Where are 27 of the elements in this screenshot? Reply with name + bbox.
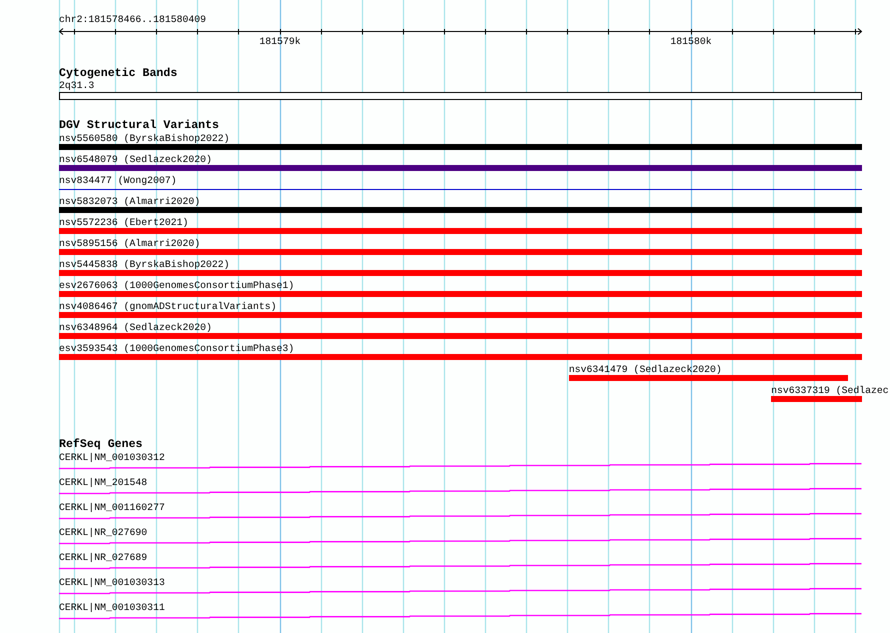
variant-label: nsv834477 (Wong2007) [59,175,177,186]
variant-label: nsv6337319 (Sedlazec [771,385,889,396]
tick-label: 181579k [259,36,301,47]
gene-label: CERKL|NM_001030312 [59,452,165,464]
variant-label: nsv5832073 (Almarri2020) [59,196,200,207]
variant-label: nsv6348964 (Sedlazeck2020) [59,322,212,333]
track-title: RefSeq Genes [59,439,142,451]
gene-label: CERKL|NM_001160277 [59,502,165,514]
location-label: chr2:181578466..181580409 [59,14,206,26]
track-title: DGV Structural Variants [59,120,220,132]
gene-label: CERKL|NM_201548 [59,477,148,489]
variant-label: nsv5895156 (Almarri2020) [59,238,200,249]
variant-label: nsv5572236 (Ebert2021) [59,217,188,228]
gene-label: CERKL|NM_001030311 [59,602,165,614]
variant-label: nsv5445838 (ByrskaBishop2022) [59,259,230,270]
variant-label: esv3593543 (1000GenomesConsortiumPhase3) [59,343,294,354]
variant-label: nsv6548079 (Sedlazeck2020) [59,154,212,165]
band-label: 2q31.3 [59,80,94,92]
variant-label: nsv6341479 (Sedlazeck2020) [568,364,722,375]
gene-label: CERKL|NM_001030313 [59,577,165,589]
gene-label: CERKL|NR_027689 [59,552,148,564]
track-title: Cytogenetic Bands [59,68,178,80]
variant-label: nsv5560580 (ByrskaBishop2022) [59,133,230,144]
tick-label: 181580k [670,36,712,47]
gene-label: CERKL|NR_027690 [59,527,148,539]
variant-label: esv2676063 (1000GenomesConsortiumPhase1) [59,280,294,291]
variant-label: nsv4086467 (gnomADStructuralVariants) [59,301,277,312]
